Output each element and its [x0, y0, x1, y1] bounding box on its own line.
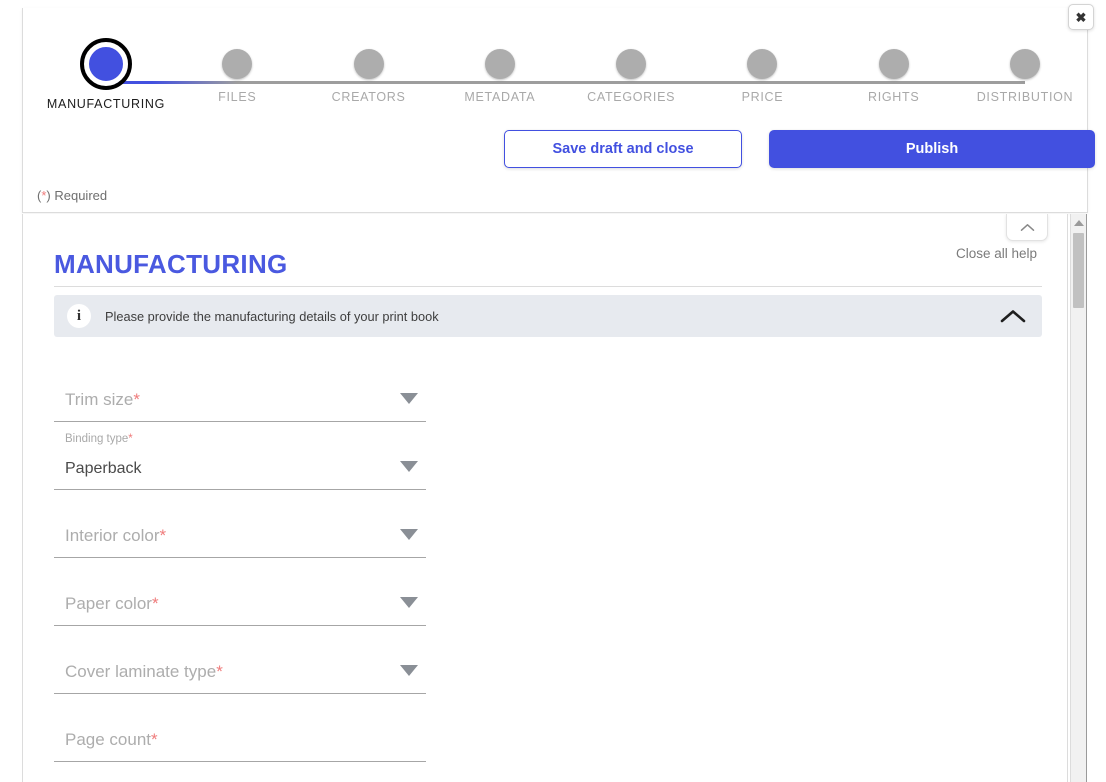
stepper-step-label: MANUFACTURING: [41, 97, 171, 111]
chevron-up-icon: [1000, 309, 1026, 324]
placeholder-text: Paper color: [65, 594, 152, 613]
field-value-binding-type: Paperback: [65, 460, 142, 478]
stepper-step-manufacturing[interactable]: MANUFACTURING: [41, 28, 171, 111]
field-underline: [54, 761, 426, 762]
stepper-step-distribution[interactable]: DISTRIBUTION: [960, 28, 1090, 104]
required-asterisk: *: [128, 433, 132, 445]
stepper-step-files[interactable]: FILES: [172, 28, 302, 104]
step-bullet-icon: [616, 49, 646, 79]
wizard-stepper: MANUFACTURINGFILESCREATORSMETADATACATEGO…: [23, 28, 1089, 118]
chevron-down-icon[interactable]: [400, 665, 418, 676]
stepper-step-metadata[interactable]: METADATA: [435, 28, 565, 104]
stepper-step-label: RIGHTS: [829, 90, 959, 104]
field-label-binding-type: Binding type*: [65, 433, 133, 445]
step-bullet-icon: [222, 49, 252, 79]
step-bullet-icon: [485, 49, 515, 79]
title-divider: [54, 286, 1042, 287]
stepper-step-label: PRICE: [697, 90, 827, 104]
stepper-step-rights[interactable]: RIGHTS: [829, 28, 959, 104]
chevron-down-icon[interactable]: [400, 529, 418, 540]
stepper-step-label: METADATA: [435, 90, 565, 104]
manufacturing-form: Trim size*Binding type*PaperbackInterior…: [54, 354, 454, 762]
field-placeholder-paper-color: Paper color*: [65, 594, 159, 614]
placeholder-text: Page count: [65, 730, 151, 749]
help-toggle-tab[interactable]: [1006, 214, 1048, 241]
field-cover-laminate-type[interactable]: Cover laminate type*: [54, 626, 426, 694]
close-all-help-link[interactable]: Close all help: [956, 246, 1037, 261]
publish-button[interactable]: Publish: [769, 130, 1095, 168]
chevron-down-icon[interactable]: [400, 461, 418, 472]
chevron-down-icon[interactable]: [400, 597, 418, 608]
field-placeholder-cover-laminate-type: Cover laminate type*: [65, 662, 223, 682]
field-binding-type[interactable]: Binding type* Paperback: [54, 422, 426, 490]
placeholder-text: Interior color: [65, 526, 159, 545]
placeholder-text: Trim size: [65, 390, 133, 409]
required-asterisk: *: [133, 390, 140, 409]
field-interior-color[interactable]: Interior color*: [54, 490, 426, 558]
field-placeholder-page-count: Page count*: [65, 730, 158, 750]
step-bullet-icon: [747, 49, 777, 79]
wizard-actions: Save draft and close Publish: [483, 130, 1083, 178]
chevron-up-icon: [1020, 223, 1035, 232]
scrollbar-thumb[interactable]: [1073, 233, 1084, 308]
scroll-up-button[interactable]: [1071, 214, 1086, 231]
field-placeholder-trim-size: Trim size*: [65, 390, 140, 410]
content-panel: Close all help MANUFACTURING i Please pr…: [22, 214, 1068, 782]
info-banner: i Please provide the manufacturing detai…: [54, 295, 1042, 337]
placeholder-text: Cover laminate type: [65, 662, 216, 681]
chevron-down-icon[interactable]: [400, 393, 418, 404]
triangle-up-icon: [1074, 220, 1084, 226]
required-asterisk: *: [152, 594, 159, 613]
wizard-header-panel: MANUFACTURINGFILESCREATORSMETADATACATEGO…: [22, 8, 1088, 213]
stepper-step-label: DISTRIBUTION: [960, 90, 1090, 104]
info-icon: i: [67, 304, 91, 328]
stepper-step-label: CATEGORIES: [566, 90, 696, 104]
panel-right-edge: [1086, 214, 1087, 782]
field-trim-size[interactable]: Trim size*: [54, 354, 426, 422]
page-title: MANUFACTURING: [54, 249, 288, 280]
required-legend: (*) Required: [37, 188, 107, 203]
required-asterisk: *: [151, 730, 158, 749]
field-placeholder-interior-color: Interior color*: [65, 526, 166, 546]
step-bullet-icon: [879, 49, 909, 79]
field-page-count[interactable]: Page count*: [54, 694, 426, 762]
field-paper-color[interactable]: Paper color*: [54, 558, 426, 626]
label-text: Binding type: [65, 433, 128, 445]
step-bullet-icon: [84, 42, 128, 86]
step-bullet-icon: [1010, 49, 1040, 79]
info-banner-collapse-button[interactable]: [1000, 309, 1026, 324]
vertical-scrollbar[interactable]: [1070, 214, 1086, 782]
stepper-step-label: FILES: [172, 90, 302, 104]
required-asterisk: *: [159, 526, 166, 545]
stepper-step-label: CREATORS: [304, 90, 434, 104]
required-legend-suffix: ) Required: [46, 188, 107, 203]
required-asterisk: *: [216, 662, 223, 681]
stepper-step-price[interactable]: PRICE: [697, 28, 827, 104]
stepper-step-categories[interactable]: CATEGORIES: [566, 28, 696, 104]
info-banner-message: Please provide the manufacturing details…: [105, 309, 439, 324]
step-bullet-icon: [354, 49, 384, 79]
save-draft-and-close-button[interactable]: Save draft and close: [504, 130, 742, 168]
app-root: MANUFACTURINGFILESCREATORSMETADATACATEGO…: [0, 0, 1106, 782]
stepper-step-creators[interactable]: CREATORS: [304, 28, 434, 104]
close-icon[interactable]: ✖: [1068, 4, 1094, 30]
